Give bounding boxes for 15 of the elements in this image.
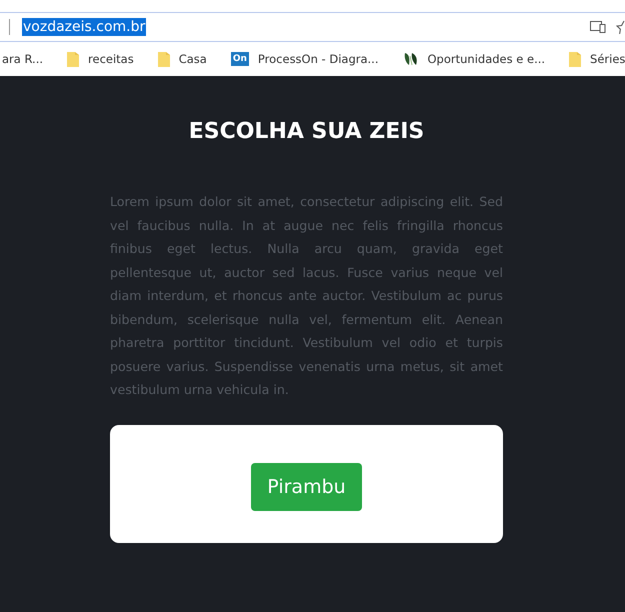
folder-icon: [569, 51, 582, 67]
bookmark-link[interactable]: Oportunidades e e...: [402, 51, 546, 67]
bookmark-link[interactable]: Séries: [569, 51, 625, 67]
cast-icon[interactable]: [590, 21, 606, 33]
bookmark-link[interactable]: On ProcessOn - Diagra...: [230, 52, 378, 66]
leaf-icon: [402, 51, 418, 67]
folder-icon: [67, 51, 80, 67]
bookmark-link[interactable]: Casa: [158, 51, 207, 67]
intro-paragraph: Lorem ipsum dolor sit amet, consectetur adipiscing elit. Sed vel faucibus nulla. In at augue nec felis fringilla rhoncus finibus eget lectus. Nulla arcu quam, gravida eget pellentesque ut, auctor sed lacus. Fusce varius neque vel diam interdum, et rhoncus ante auctor. Vestibulum ac purus bibendum, scelerisque nulla vel, fermentum elit. Aenean pharetra porttitor tincidunt. Vestibulum vel odio et turpis posuere varius. Suspendisse venenatis urna metus, sit amet vestibulum urna vehicula in.: [110, 193, 503, 399]
folder-icon: [158, 51, 170, 67]
bookmark-link[interactable]: receitas: [67, 51, 134, 67]
url-text[interactable]: vozdazeis.com.br: [22, 18, 146, 36]
app-icon: On: [230, 52, 249, 66]
page-title: ESCOLHA SUA ZEIS: [188, 118, 426, 146]
bookmark-link[interactable]: ara R...: [2, 52, 44, 66]
